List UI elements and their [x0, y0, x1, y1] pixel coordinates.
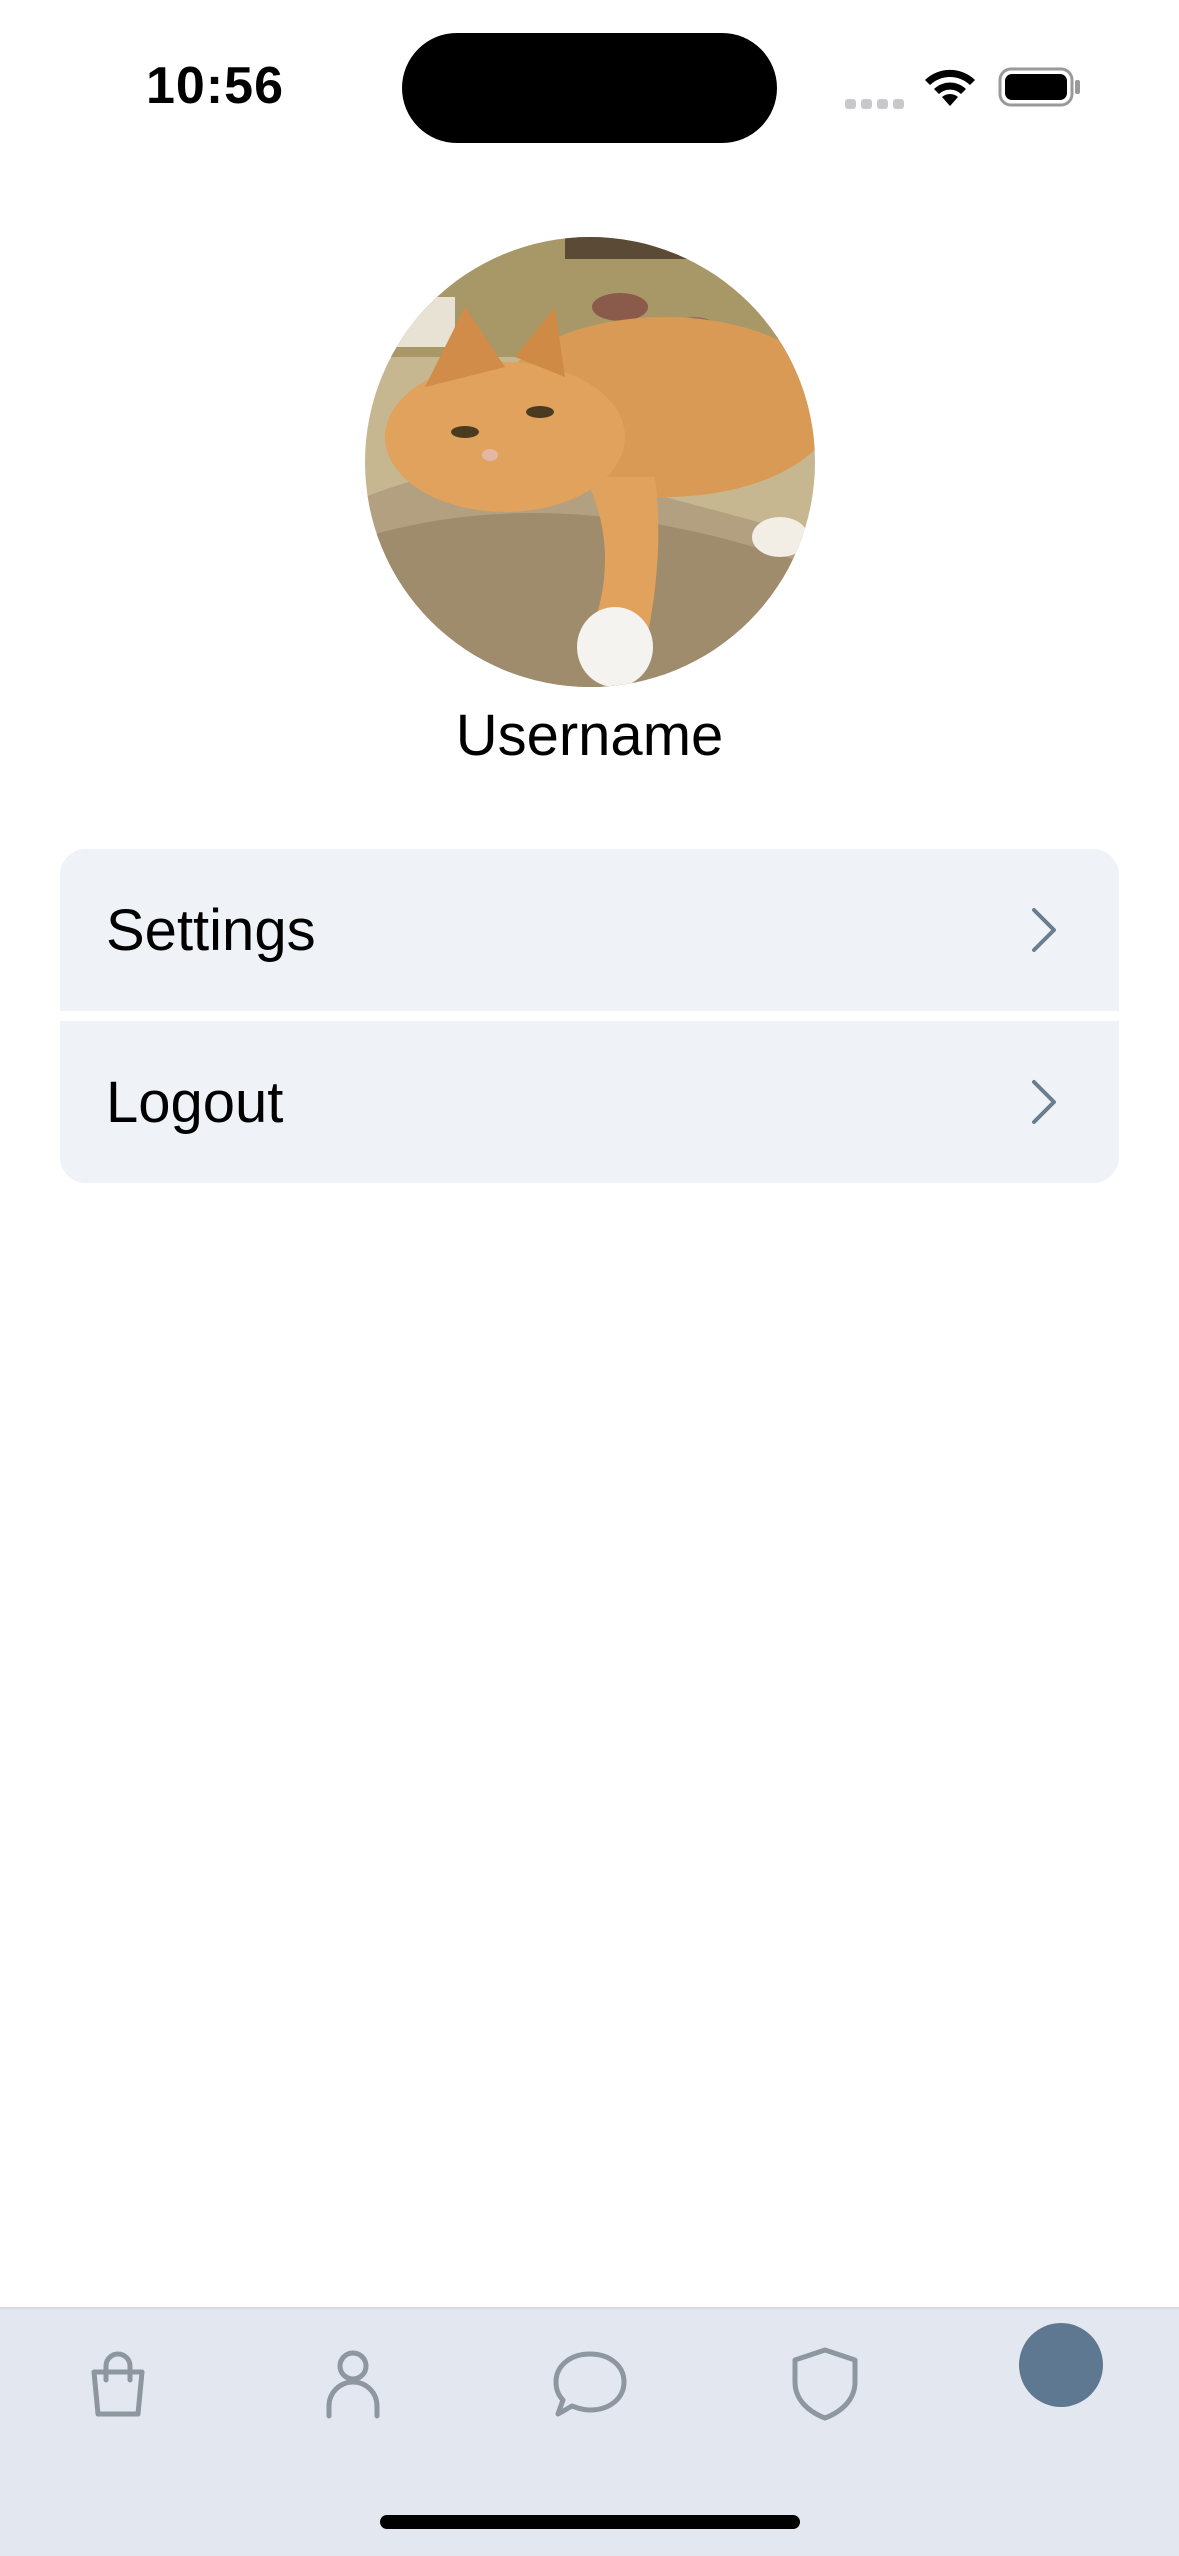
logout-row[interactable]: Logout — [60, 1021, 1119, 1183]
person-icon — [326, 2350, 380, 2419]
chevron-right-icon — [1032, 908, 1056, 952]
home-indicator — [380, 2515, 800, 2529]
settings-row[interactable]: Settings — [60, 849, 1119, 1011]
logout-label: Logout — [106, 1069, 284, 1135]
dynamic-island — [402, 33, 777, 143]
cellular-signal-icon — [845, 99, 904, 109]
profile-menu: Settings Logout — [60, 849, 1119, 1183]
tab-security[interactable] — [775, 2334, 875, 2434]
battery-icon — [998, 67, 1080, 107]
status-bar: 10:56 — [0, 0, 1179, 150]
shopping-bag-icon — [91, 2351, 145, 2417]
tab-shop[interactable] — [68, 2334, 168, 2434]
wifi-icon — [925, 69, 975, 106]
tab-people[interactable] — [303, 2334, 403, 2434]
shield-icon — [792, 2347, 858, 2421]
tab-chat[interactable] — [540, 2334, 640, 2434]
profile-avatar[interactable] — [365, 237, 815, 687]
username: Username — [455, 703, 724, 768]
settings-label: Settings — [106, 897, 316, 963]
chat-bubble-icon — [553, 2351, 627, 2417]
cat-photo — [365, 237, 815, 687]
status-time: 10:56 — [146, 57, 284, 115]
chevron-right-icon — [1032, 1080, 1056, 1124]
tab-profile-avatar-icon[interactable] — [1019, 2323, 1103, 2407]
